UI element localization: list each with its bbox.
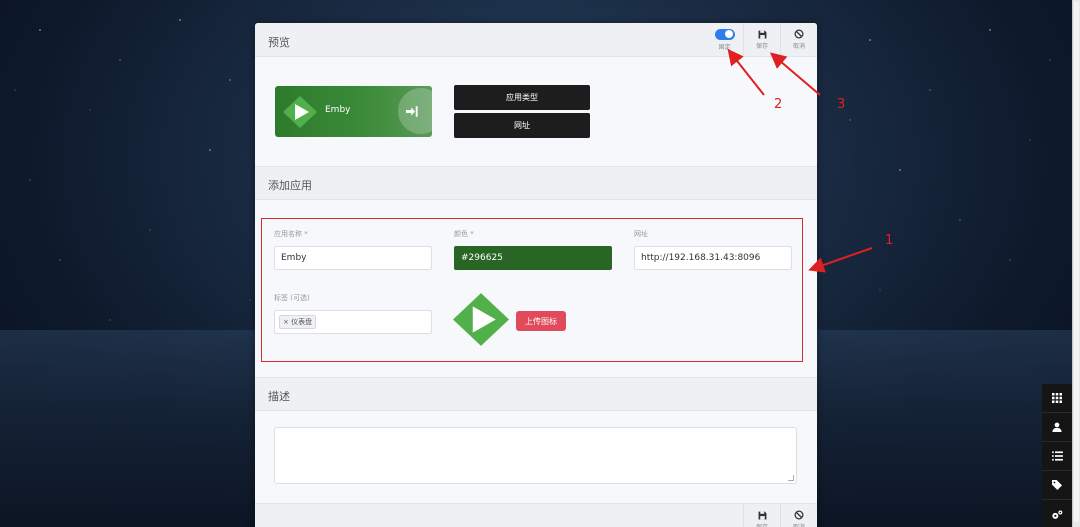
app-name-label: 应用名称 * [274, 230, 308, 238]
upload-icon-button[interactable]: 上传图标 [516, 311, 566, 331]
floppy-disk-icon [758, 30, 766, 38]
color-input[interactable]: #296625 [454, 246, 612, 270]
tile-launch-area[interactable] [398, 88, 432, 134]
color-label: 颜色 * [454, 230, 474, 238]
app-name-input[interactable]: Emby [274, 246, 432, 270]
scrollbar-thumb[interactable] [1074, 2, 1079, 522]
tag-icon [1052, 480, 1062, 490]
grid-icon [1052, 393, 1062, 403]
list-icon [1051, 451, 1063, 461]
emby-logo-icon [283, 96, 317, 128]
tag-chip-dashboard[interactable]: × 仪表盘 [279, 315, 317, 329]
resize-grip[interactable] [788, 475, 794, 481]
footer-cancel-button[interactable]: 取消 [780, 504, 817, 527]
app-editor-panel: 预览 固定 保存 取消 Emby 应用类型 网址 添加应用 应用名称 * Emb… [255, 23, 817, 527]
arrow-right-to-bracket-icon [406, 105, 418, 117]
dock-users-button[interactable] [1042, 413, 1072, 442]
dock-apps-button[interactable] [1042, 384, 1072, 413]
preview-header: 预览 固定 保存 取消 [255, 23, 817, 57]
floppy-disk-icon [758, 511, 766, 519]
app-icon-preview [453, 293, 509, 346]
app-preview-tile[interactable]: Emby [275, 86, 432, 137]
add-app-header: 添加应用 [255, 166, 817, 200]
pin-toggle-switch[interactable] [714, 28, 735, 40]
pin-label: 固定 [718, 43, 731, 51]
app-type-button[interactable]: 应用类型 [454, 85, 590, 110]
user-icon [1052, 422, 1062, 432]
dock-tags-button[interactable] [1042, 471, 1072, 500]
description-header: 描述 [255, 377, 817, 411]
save-button[interactable]: 保存 [743, 23, 780, 56]
url-input[interactable]: http://192.168.31.43:8096 [634, 246, 792, 270]
tags-label: 标签 (可选) [274, 294, 310, 302]
footer-cancel-label: 取消 [793, 522, 805, 527]
ban-icon [794, 510, 804, 520]
footer-save-label: 保存 [755, 523, 768, 527]
cancel-label: 取消 [792, 43, 805, 50]
add-app-title: 添加应用 [268, 179, 312, 192]
highlight-box [261, 218, 803, 362]
annotation-label-1: 1 [885, 233, 894, 248]
annotation-label-3: 3 [837, 97, 846, 112]
cancel-button[interactable]: 取消 [780, 23, 817, 56]
save-label: 保存 [755, 42, 768, 50]
pin-toggle-button[interactable]: 固定 [706, 23, 743, 56]
dock-settings-button[interactable] [1042, 500, 1072, 527]
arrow-1 [808, 247, 873, 273]
page-scrollbar[interactable] [1072, 0, 1080, 527]
dock-list-button[interactable] [1042, 442, 1072, 471]
url-label: 网址 [634, 230, 648, 238]
gears-icon [1052, 510, 1063, 519]
annotation-label-2: 2 [774, 97, 783, 112]
tags-input[interactable]: × 仪表盘 [274, 310, 432, 334]
tile-app-name: Emby [325, 105, 351, 115]
ban-icon [794, 29, 804, 39]
right-dock [1042, 384, 1072, 527]
preview-title: 预览 [268, 36, 290, 49]
footer-save-button[interactable]: 保存 [743, 504, 780, 527]
description-title: 描述 [268, 390, 290, 403]
footer-toolbar: 保存 取消 [255, 503, 817, 527]
url-button[interactable]: 网址 [454, 113, 590, 138]
description-textarea[interactable] [274, 427, 797, 484]
